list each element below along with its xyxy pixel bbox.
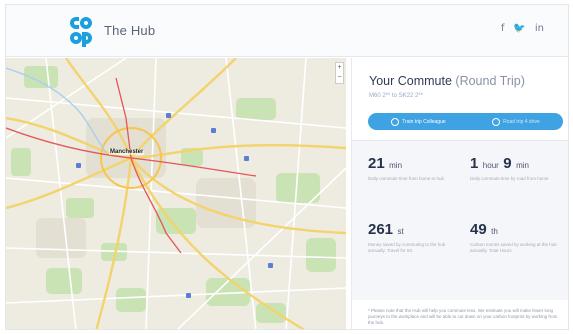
linkedin-icon[interactable]: in xyxy=(535,23,544,34)
facebook-icon[interactable]: f xyxy=(501,23,505,34)
circle-icon xyxy=(391,117,400,126)
stat-desc: Carbon tonnes saved by working at the hu… xyxy=(470,242,557,253)
stat-hub-time: 21 min Daily commute time from home to h… xyxy=(368,155,463,182)
road-trip-label: Road trip 4 drive xyxy=(503,118,540,125)
footnote: * Please note that the Hub will help you… xyxy=(368,308,558,325)
trip-type-toggle[interactable]: Train trip Colleague Road trip 4 drive xyxy=(368,113,563,130)
panel-title-suffix: (Round Trip) xyxy=(455,74,525,88)
city-label: Manchester xyxy=(109,149,145,155)
train-trip-option[interactable]: Train trip Colleague xyxy=(391,117,446,126)
stat-value: 21 min xyxy=(368,155,403,172)
train-trip-label: Train trip Colleague xyxy=(402,118,446,125)
circle-icon xyxy=(492,117,501,126)
panel-title-main: Your Commute xyxy=(369,74,452,88)
panel-title: Your Commute (Round Trip) xyxy=(369,74,525,88)
stat-money-saved: 261 st Money saved by commuting to the h… xyxy=(368,221,463,253)
zoom-in-button[interactable]: + xyxy=(336,63,343,73)
header: The Hub f 🐦 in xyxy=(6,5,568,57)
coop-logo-icon xyxy=(70,17,92,47)
stat-carbon-saved: 49 th Carbon tonnes saved by working at … xyxy=(470,221,565,253)
brand-name: The Hub xyxy=(104,23,156,38)
stat-value: 261 st xyxy=(368,221,404,238)
route-text: M60 2** to SK22 2** xyxy=(369,93,424,99)
social-links: f 🐦 in xyxy=(501,23,544,34)
stat-desc: Daily commute time from home to hub xyxy=(368,176,445,181)
commute-map[interactable]: Manchester + − xyxy=(6,58,346,330)
stat-value: 1 hour 9 min xyxy=(470,155,529,172)
twitter-icon[interactable]: 🐦 xyxy=(513,23,525,34)
zoom-out-button[interactable]: − xyxy=(336,73,343,83)
commute-panel: Your Commute (Round Trip) M60 2** to SK2… xyxy=(351,58,568,329)
app-frame: The Hub f 🐦 in Manchester + − Your Commu… xyxy=(5,4,569,330)
coop-logo[interactable] xyxy=(64,14,98,48)
stat-value: 49 th xyxy=(470,221,498,238)
road-trip-option[interactable]: Road trip 4 drive xyxy=(492,117,540,126)
stat-desc: Money saved by commuting to the hub annu… xyxy=(368,242,446,253)
stat-desc: Daily commute time by road from home xyxy=(470,176,549,181)
stats-grid: 21 min Daily commute time from home to h… xyxy=(352,140,568,300)
zoom-control[interactable]: + − xyxy=(335,62,344,84)
stat-road-time: 1 hour 9 min Daily commute time by road … xyxy=(470,155,565,182)
map-canvas[interactable] xyxy=(6,58,346,330)
